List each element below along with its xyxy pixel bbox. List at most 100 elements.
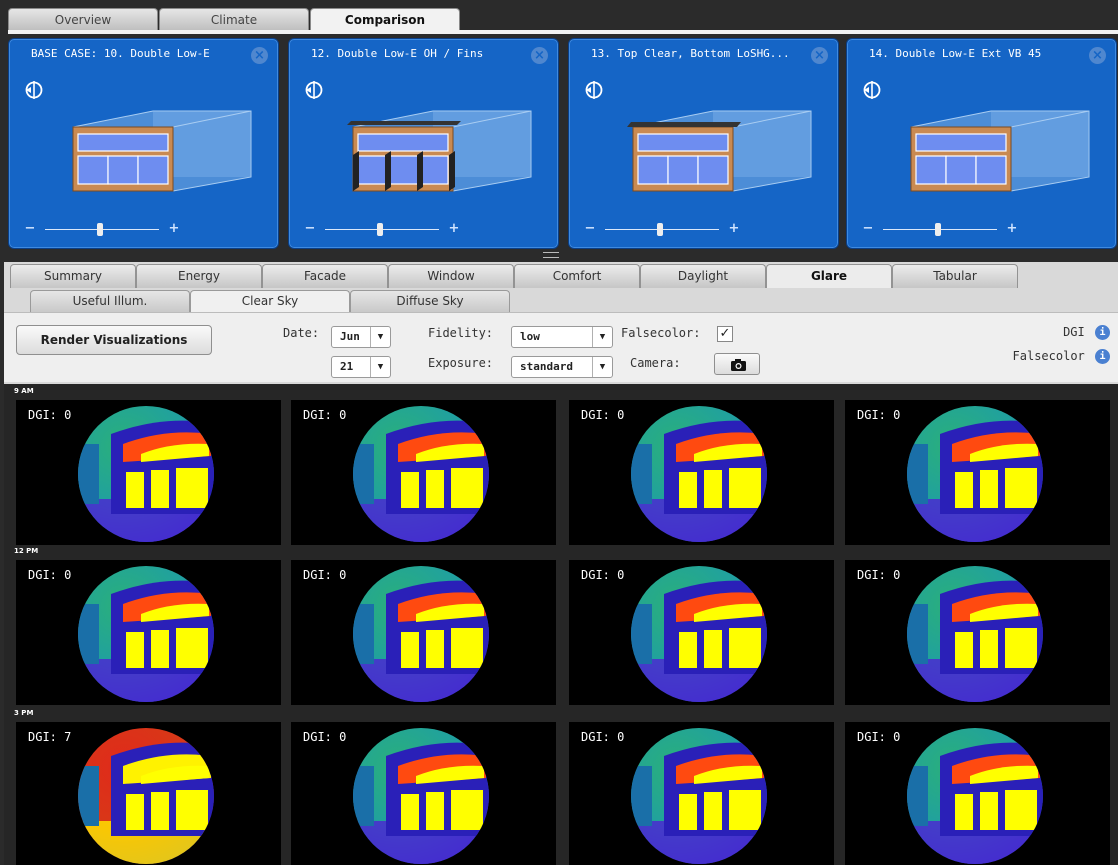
glare-visualization-cell[interactable]: DGI: 0 <box>16 400 281 545</box>
info-icon[interactable]: i <box>1095 325 1110 340</box>
dgi-value: DGI: 0 <box>857 568 901 582</box>
slider-thumb[interactable] <box>377 223 383 236</box>
building-model[interactable] <box>891 99 1091 199</box>
zoom-out-button[interactable]: − <box>303 222 317 236</box>
falsecolor-fisheye-render[interactable] <box>346 726 496 865</box>
time-row-label: 3 PM <box>14 709 34 717</box>
zoom-out-button[interactable]: − <box>861 222 875 236</box>
zoom-slider[interactable]: − + <box>23 222 183 238</box>
falsecolor-fisheye-render[interactable] <box>71 564 221 704</box>
compass-icon[interactable] <box>585 81 603 99</box>
tab-overview[interactable]: Overview <box>8 8 158 31</box>
tab-window[interactable]: Window <box>388 264 514 288</box>
glare-visualization-cell[interactable]: DGI: 0 <box>291 560 556 705</box>
zoom-slider[interactable]: − + <box>303 222 463 238</box>
zoom-in-button[interactable]: + <box>447 222 461 236</box>
slider-thumb[interactable] <box>935 223 941 236</box>
zoom-out-button[interactable]: − <box>23 222 37 236</box>
exposure-select[interactable]: standard ▼ <box>511 356 613 378</box>
exposure-label: Exposure: <box>428 356 494 370</box>
subtab-useful-illum[interactable]: Useful Illum. <box>30 290 190 312</box>
falsecolor-info-label: Falsecolor <box>1012 349 1085 363</box>
glare-visualization-cell[interactable]: DGI: 0 <box>845 560 1110 705</box>
glare-visualization-cell[interactable]: DGI: 0 <box>845 722 1110 865</box>
camera-button[interactable] <box>714 353 760 375</box>
falsecolor-fisheye-render[interactable] <box>346 564 496 704</box>
glare-visualization-cell[interactable]: DGI: 0 <box>16 560 281 705</box>
tab-climate[interactable]: Climate <box>159 8 309 31</box>
tab-facade[interactable]: Facade <box>262 264 388 288</box>
fidelity-value: low <box>520 330 540 343</box>
falsecolor-checkbox[interactable]: ✓ <box>717 326 733 342</box>
slider-thumb[interactable] <box>657 223 663 236</box>
dgi-value: DGI: 0 <box>303 730 347 744</box>
panel-splitter-handle[interactable] <box>543 252 559 258</box>
month-value: Jun <box>340 330 360 343</box>
zoom-in-button[interactable]: + <box>167 222 181 236</box>
zoom-in-button[interactable]: + <box>1005 222 1019 236</box>
glare-controls: Render Visualizations Date: Jun ▼ 21 ▼ F… <box>4 312 1118 382</box>
comparison-card[interactable]: 13. Top Clear, Bottom LoSHG... × − + <box>568 38 839 249</box>
comparison-card[interactable]: BASE CASE: 10. Double Low-E × − + <box>8 38 279 249</box>
falsecolor-fisheye-render[interactable] <box>900 564 1050 704</box>
dgi-value: DGI: 0 <box>28 408 72 422</box>
subtab-clear-sky[interactable]: Clear Sky <box>190 290 350 312</box>
slider-thumb[interactable] <box>97 223 103 236</box>
glare-visualization-cell[interactable]: DGI: 0 <box>569 560 834 705</box>
dgi-value: DGI: 0 <box>28 568 72 582</box>
glare-visualization-cell[interactable]: DGI: 7 <box>16 722 281 865</box>
falsecolor-fisheye-render[interactable] <box>900 726 1050 865</box>
glare-visualization-cell[interactable]: DGI: 0 <box>569 722 834 865</box>
falsecolor-fisheye-render[interactable] <box>346 404 496 544</box>
comparison-card[interactable]: 14. Double Low-E Ext VB 45 × − + <box>846 38 1117 249</box>
zoom-slider[interactable]: − + <box>861 222 1021 238</box>
tab-comfort[interactable]: Comfort <box>514 264 640 288</box>
info-icon[interactable]: i <box>1095 349 1110 364</box>
dgi-value: DGI: 0 <box>581 730 625 744</box>
tab-summary[interactable]: Summary <box>10 264 136 288</box>
falsecolor-fisheye-render[interactable] <box>624 404 774 544</box>
building-model[interactable] <box>613 99 813 199</box>
falsecolor-fisheye-render[interactable] <box>624 564 774 704</box>
chevron-down-icon: ▼ <box>370 357 390 377</box>
falsecolor-fisheye-render[interactable] <box>71 404 221 544</box>
tab-daylight[interactable]: Daylight <box>640 264 766 288</box>
card-title: 14. Double Low-E Ext VB 45 <box>869 47 1042 60</box>
close-icon[interactable]: × <box>251 47 268 64</box>
falsecolor-fisheye-render[interactable] <box>71 726 221 865</box>
close-icon[interactable]: × <box>811 47 828 64</box>
render-visualizations-button[interactable]: Render Visualizations <box>16 325 212 355</box>
compass-icon[interactable] <box>305 81 323 99</box>
camera-label: Camera: <box>630 356 681 370</box>
tab-glare[interactable]: Glare <box>766 264 892 288</box>
tab-energy[interactable]: Energy <box>136 264 262 288</box>
chevron-down-icon: ▼ <box>370 327 390 347</box>
zoom-slider[interactable]: − + <box>583 222 743 238</box>
day-select[interactable]: 21 ▼ <box>331 356 391 378</box>
close-icon[interactable]: × <box>1089 47 1106 64</box>
comparison-card[interactable]: 12. Double Low-E OH / Fins × − + <box>288 38 559 249</box>
glare-visualization-cell[interactable]: DGI: 0 <box>291 400 556 545</box>
fidelity-select[interactable]: low ▼ <box>511 326 613 348</box>
compass-icon[interactable] <box>863 81 881 99</box>
compass-icon[interactable] <box>25 81 43 99</box>
subtab-diffuse-sky[interactable]: Diffuse Sky <box>350 290 510 312</box>
chevron-down-icon: ▼ <box>592 357 612 377</box>
glare-subtab-bar: Useful Illum. Clear Sky Diffuse Sky <box>30 290 510 312</box>
zoom-in-button[interactable]: + <box>727 222 741 236</box>
glare-visualization-cell[interactable]: DGI: 0 <box>291 722 556 865</box>
building-model[interactable] <box>333 99 533 199</box>
day-value: 21 <box>340 360 354 373</box>
dgi-info[interactable]: DGI i <box>1063 325 1110 340</box>
falsecolor-fisheye-render[interactable] <box>900 404 1050 544</box>
falsecolor-label: Falsecolor: <box>621 326 701 340</box>
falsecolor-info[interactable]: Falsecolor i <box>1013 349 1110 364</box>
falsecolor-fisheye-render[interactable] <box>624 726 774 865</box>
glare-visualization-cell[interactable]: DGI: 0 <box>845 400 1110 545</box>
building-model[interactable] <box>53 99 253 199</box>
month-select[interactable]: Jun ▼ <box>331 326 391 348</box>
glare-visualization-cell[interactable]: DGI: 0 <box>569 400 834 545</box>
close-icon[interactable]: × <box>531 47 548 64</box>
zoom-out-button[interactable]: − <box>583 222 597 236</box>
tab-tabular[interactable]: Tabular <box>892 264 1018 288</box>
